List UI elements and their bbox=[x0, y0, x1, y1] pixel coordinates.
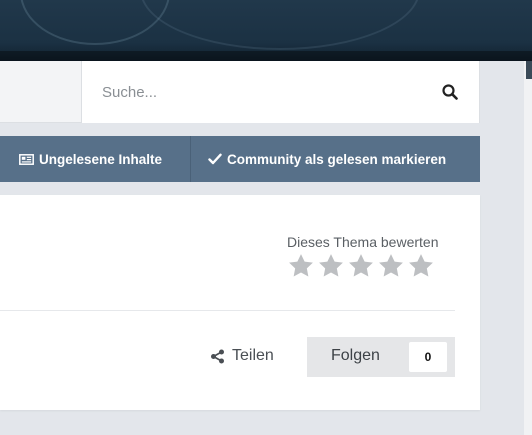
follow-label: Folgen bbox=[331, 347, 380, 364]
star-icon[interactable] bbox=[287, 252, 315, 280]
action-divider bbox=[190, 136, 191, 182]
share-button[interactable]: Teilen bbox=[210, 345, 274, 367]
scrollbar-edge bbox=[526, 61, 532, 79]
share-icon bbox=[211, 349, 224, 363]
unread-content-label: Ungelesene Inhalte bbox=[39, 151, 163, 167]
mark-community-read-button[interactable]: Community als gelesen markieren bbox=[208, 136, 446, 182]
follow-button[interactable]: Folgen 0 bbox=[307, 337, 455, 377]
mark-community-read-label: Community als gelesen markieren bbox=[227, 151, 447, 167]
search-input[interactable] bbox=[102, 80, 422, 104]
rating-stars bbox=[287, 252, 435, 280]
action-bar: Ungelesene Inhalte Community als gelesen… bbox=[0, 136, 480, 182]
scrollbar-track[interactable] bbox=[524, 61, 532, 435]
star-icon[interactable] bbox=[317, 252, 345, 280]
unread-content-button[interactable]: Ungelesene Inhalte bbox=[19, 136, 162, 182]
star-icon[interactable] bbox=[347, 252, 375, 280]
search-button[interactable] bbox=[435, 77, 465, 107]
share-label: Teilen bbox=[232, 347, 274, 364]
search-icon bbox=[442, 84, 458, 100]
star-icon[interactable] bbox=[377, 252, 405, 280]
follower-count-badge: 0 bbox=[409, 342, 447, 372]
star-icon[interactable] bbox=[407, 252, 435, 280]
topic-footer-card: Dieses Thema bewerten Teilen Folgen 0 bbox=[0, 195, 480, 410]
check-icon bbox=[208, 153, 222, 165]
newspaper-icon bbox=[19, 153, 34, 165]
rating-label: Dieses Thema bewerten bbox=[287, 234, 439, 250]
card-divider bbox=[0, 310, 455, 311]
header-banner bbox=[0, 0, 532, 61]
search-box bbox=[81, 61, 480, 123]
banner-decoration bbox=[140, 0, 420, 50]
navigation-bar bbox=[0, 61, 480, 123]
